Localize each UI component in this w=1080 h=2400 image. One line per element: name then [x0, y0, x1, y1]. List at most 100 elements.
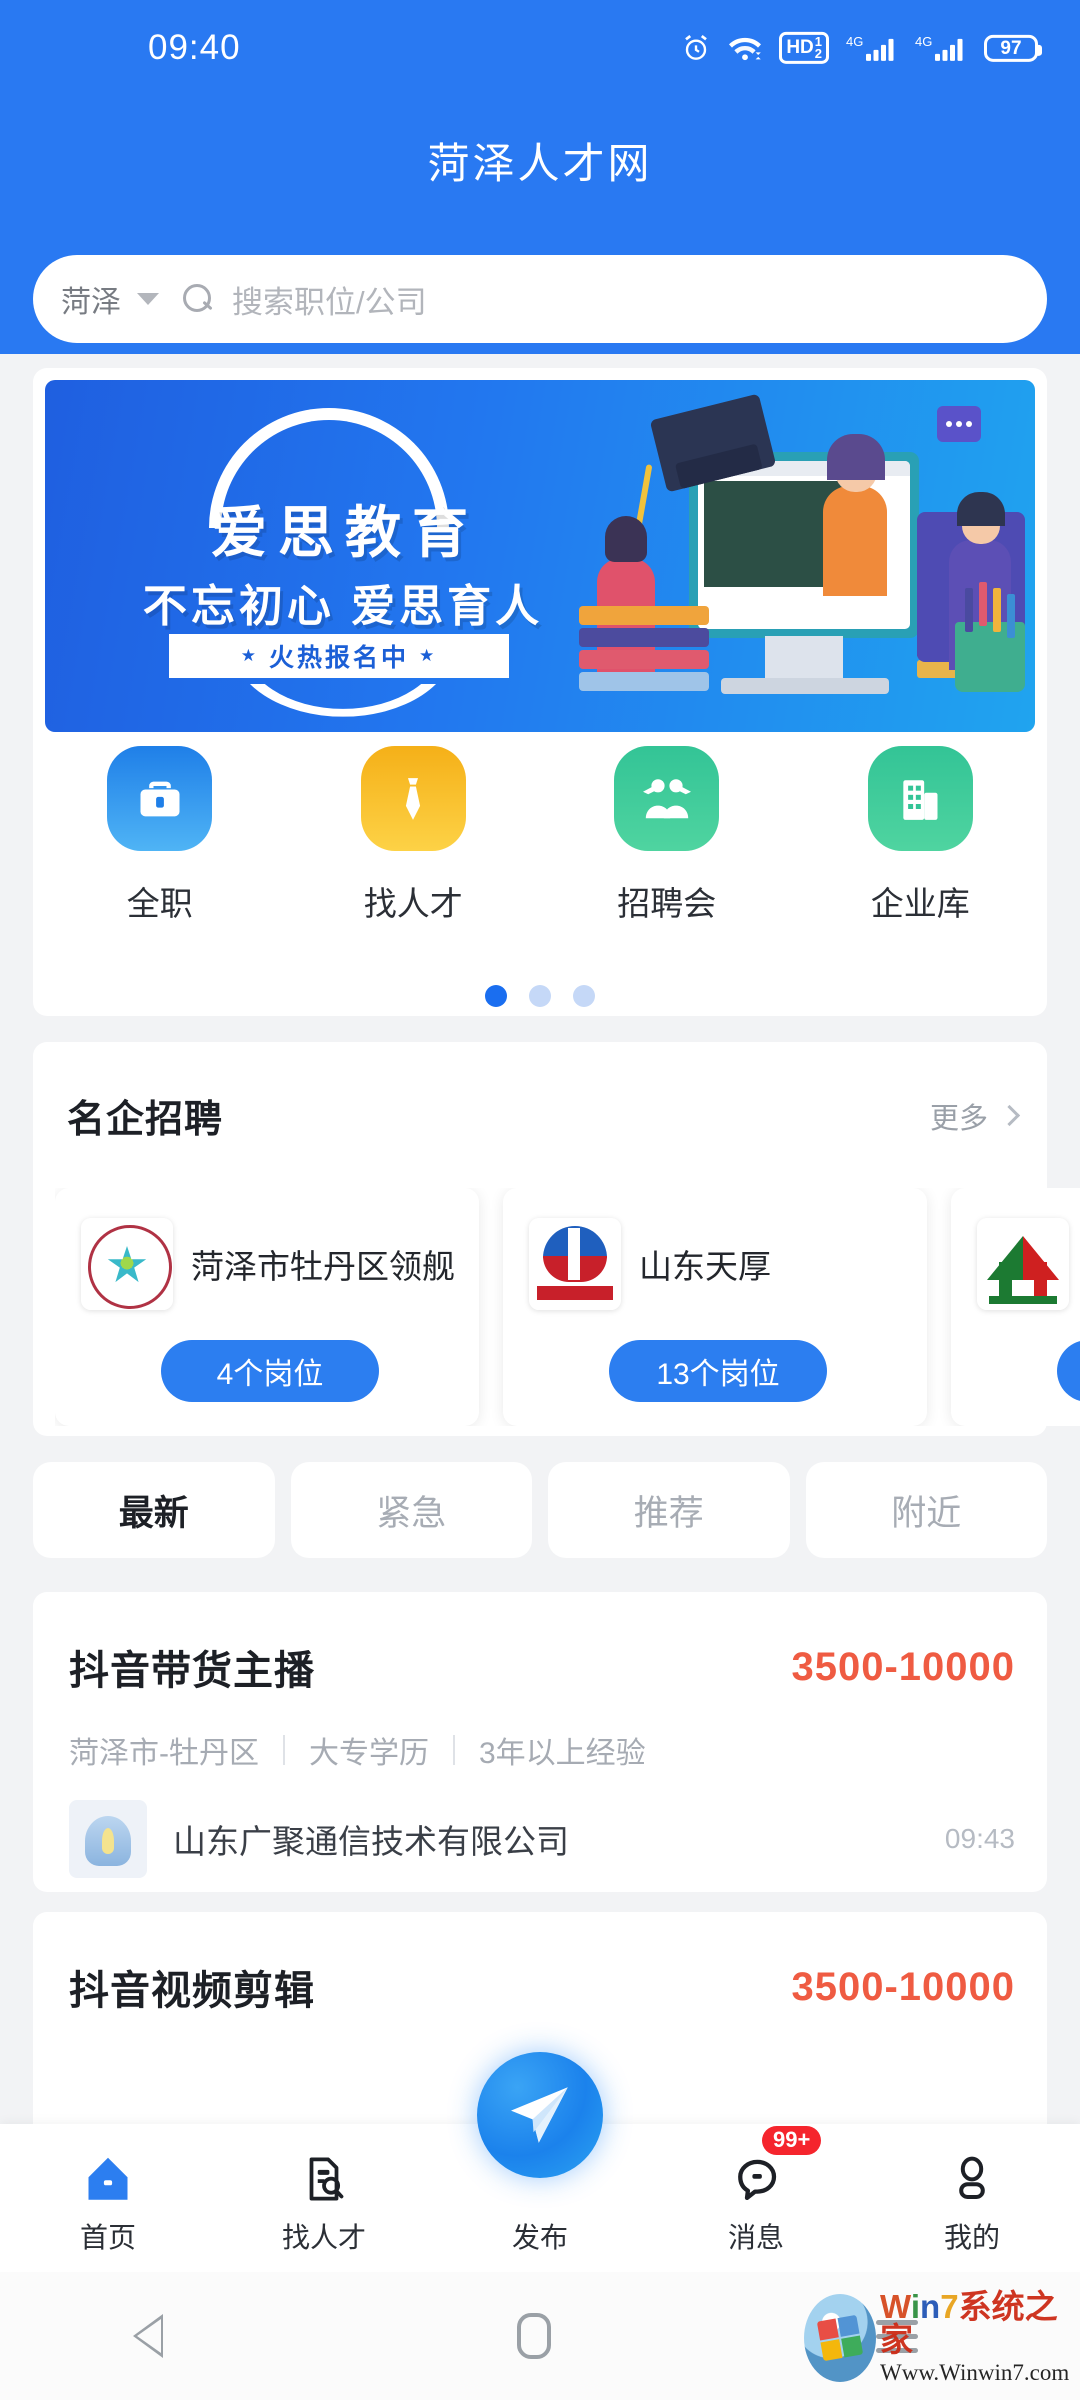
job-title: 抖音视频剪辑 [69, 1958, 315, 2016]
tab-bar-item-messages[interactable]: 99+ 消息 [648, 2124, 864, 2272]
company-logo [69, 1800, 147, 1878]
tag-divider [453, 1735, 455, 1765]
category-item-findtalent[interactable]: 找人才 [287, 746, 541, 925]
company-logo [529, 1218, 621, 1310]
company-card-list[interactable]: 菏泽市牡丹区领舰 4个岗位 山东天厚 13个岗位 华 10 [55, 1188, 1080, 1426]
home-square-icon[interactable] [517, 2313, 551, 2359]
company-card[interactable]: 山东天厚 13个岗位 [503, 1188, 927, 1426]
search-bar[interactable]: 菏泽 搜索职位/公司 [33, 255, 1047, 343]
tab-bar-item-profile[interactable]: 我的 [864, 2124, 1080, 2272]
company-jobs-button[interactable]: 13个岗位 [609, 1340, 827, 1402]
resume-search-icon [299, 2148, 349, 2206]
chevron-right-icon [999, 1105, 1020, 1126]
category-label: 招聘会 [617, 877, 716, 925]
banner-ribbon-text: 火热报名中 [269, 638, 409, 674]
more-label: 更多 [930, 1095, 988, 1137]
company-logo [81, 1218, 173, 1310]
category-label: 找人才 [364, 877, 463, 925]
tab-bar-item-home[interactable]: 首页 [0, 2124, 216, 2272]
monitor-base [721, 678, 889, 694]
search-input[interactable]: 搜索职位/公司 [232, 277, 427, 322]
user-icon [948, 2148, 996, 2206]
watermark-url: Www.Winwin7.com [880, 2360, 1069, 2386]
status-bar: 09:40 HD [0, 0, 1080, 96]
tab-urgent[interactable]: 紧急 [291, 1462, 533, 1558]
company-jobs-button[interactable]: 10 [1057, 1340, 1080, 1402]
job-list-item[interactable]: 抖音带货主播 3500-10000 菏泽市-牡丹区 大专学历 3年以上经验 山东… [33, 1592, 1047, 1892]
page-title: 菏泽人才网 [0, 130, 1080, 191]
job-tag-location: 菏泽市-牡丹区 [69, 1728, 259, 1772]
message-icon [729, 2148, 783, 2206]
pencil-cup-graphic [955, 622, 1025, 692]
category-label: 企业库 [871, 877, 970, 925]
tab-latest[interactable]: 最新 [33, 1462, 275, 1558]
svg-text:4G: 4G [915, 34, 932, 49]
banner-illustration [579, 390, 1029, 724]
company-card[interactable]: 菏泽市牡丹区领舰 4个岗位 [55, 1188, 479, 1426]
windows-logo-icon [804, 2294, 876, 2382]
necktie-icon [361, 746, 466, 851]
banner-text-block: 爱思教育 不忘初心 爱思育人 ★ 火热报名中 ★ [73, 402, 593, 712]
publish-fab-button[interactable] [477, 2052, 603, 2178]
phone-screen: 09:40 HD [0, 0, 1080, 2400]
city-selector-label[interactable]: 菏泽 [61, 277, 121, 321]
books-stack-graphic [579, 606, 709, 698]
tab-recommended[interactable]: 推荐 [548, 1462, 790, 1558]
job-tag-experience: 3年以上经验 [479, 1728, 646, 1772]
watermark: Win7系统之家 Www.Winwin7.com [804, 2282, 1066, 2394]
category-grid: 全职 找人才 [33, 746, 1047, 925]
tab-nearby[interactable]: 附近 [806, 1462, 1048, 1558]
hd-volte-icon: HD 12 [779, 32, 829, 64]
banner-slogan: 不忘初心 爱思育人 [103, 570, 583, 634]
message-badge: 99+ [762, 2126, 821, 2155]
chevron-down-icon[interactable] [137, 293, 159, 305]
svg-text:4G: 4G [846, 34, 863, 49]
category-item-companies[interactable]: 企业库 [794, 746, 1048, 925]
tab-bar-label: 发布 [512, 2216, 568, 2256]
watermark-title: Win7系统之家 [880, 2288, 1058, 2358]
briefcase-icon [107, 746, 212, 851]
company-jobs-button[interactable]: 4个岗位 [161, 1340, 379, 1402]
section-title: 名企招聘 [67, 1088, 223, 1143]
wifi-icon [728, 34, 762, 62]
ribbon-star-left: ★ [241, 646, 259, 666]
job-tags: 菏泽市-牡丹区 大专学历 3年以上经验 [69, 1728, 646, 1772]
more-button[interactable]: 更多 [930, 1095, 1017, 1137]
pagination-dot-3[interactable] [573, 985, 595, 1007]
section-header: 名企招聘 更多 [67, 1088, 1017, 1143]
category-item-fulltime[interactable]: 全职 [33, 746, 287, 925]
pagination-dot-1[interactable] [485, 985, 507, 1007]
pagination-dot-2[interactable] [529, 985, 551, 1007]
company-logo [977, 1218, 1069, 1310]
company-name: 菏泽市牡丹区领舰 [191, 1240, 463, 1288]
job-post-time: 09:43 [945, 1823, 1015, 1855]
job-salary: 3500-10000 [791, 1965, 1015, 2010]
status-bar-clock: 09:40 [148, 28, 241, 68]
building-icon [868, 746, 973, 851]
job-header-row: 抖音视频剪辑 3500-10000 [69, 1958, 1015, 2016]
search-icon [183, 284, 214, 315]
monitor-stand [765, 636, 843, 682]
app-header: 09:40 HD [0, 0, 1080, 354]
job-company-row: 山东广聚通信技术有限公司 09:43 [69, 1800, 1015, 1878]
category-item-jobfair[interactable]: 招聘会 [540, 746, 794, 925]
company-card[interactable]: 华 10 [951, 1188, 1080, 1426]
tab-bar-label: 找人才 [282, 2216, 366, 2256]
promo-banner[interactable]: 爱思教育 不忘初心 爱思育人 ★ 火热报名中 ★ [45, 380, 1035, 732]
signal-4g-icon-2: 4G [915, 33, 967, 63]
back-icon[interactable] [162, 2314, 192, 2358]
chat-bubble-icon [937, 406, 981, 442]
banner-brand: 爱思教育 [135, 488, 555, 569]
job-tag-education: 大专学历 [309, 1728, 429, 1772]
tab-bar-item-findtalent[interactable]: 找人才 [216, 2124, 432, 2272]
tab-bar-label: 首页 [80, 2216, 136, 2256]
people-icon [614, 746, 719, 851]
ribbon-star-right: ★ [419, 646, 437, 666]
filter-tabs: 最新 紧急 推荐 附近 [33, 1462, 1047, 1558]
paper-plane-icon [503, 2078, 577, 2152]
carousel-pagination[interactable] [33, 985, 1047, 1007]
job-title: 抖音带货主播 [69, 1638, 315, 1696]
tab-bar-label: 消息 [728, 2216, 784, 2256]
job-header-row: 抖音带货主播 3500-10000 [69, 1638, 1015, 1696]
battery-icon: 97 [984, 35, 1038, 62]
